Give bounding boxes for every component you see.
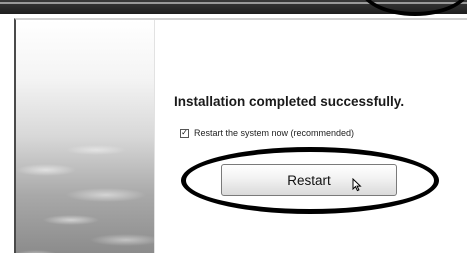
restart-button[interactable]: Restart bbox=[221, 164, 397, 196]
restart-now-label: Restart the system now (recommended) bbox=[194, 128, 355, 138]
completion-title: Installation completed successfully. bbox=[174, 94, 405, 109]
mouse-pointer-icon bbox=[352, 178, 362, 192]
restart-now-checkbox[interactable]: ✓ bbox=[180, 128, 189, 138]
installer-screen: Installation completed successfully. ✓ R… bbox=[0, 0, 467, 253]
panel-divider bbox=[154, 20, 155, 253]
checkmark-icon: ✓ bbox=[181, 128, 188, 137]
water-decoration-image bbox=[16, 20, 154, 253]
restart-now-option[interactable]: ✓ Restart the system now (recommended) bbox=[180, 128, 354, 138]
restart-button-label: Restart bbox=[287, 172, 331, 188]
